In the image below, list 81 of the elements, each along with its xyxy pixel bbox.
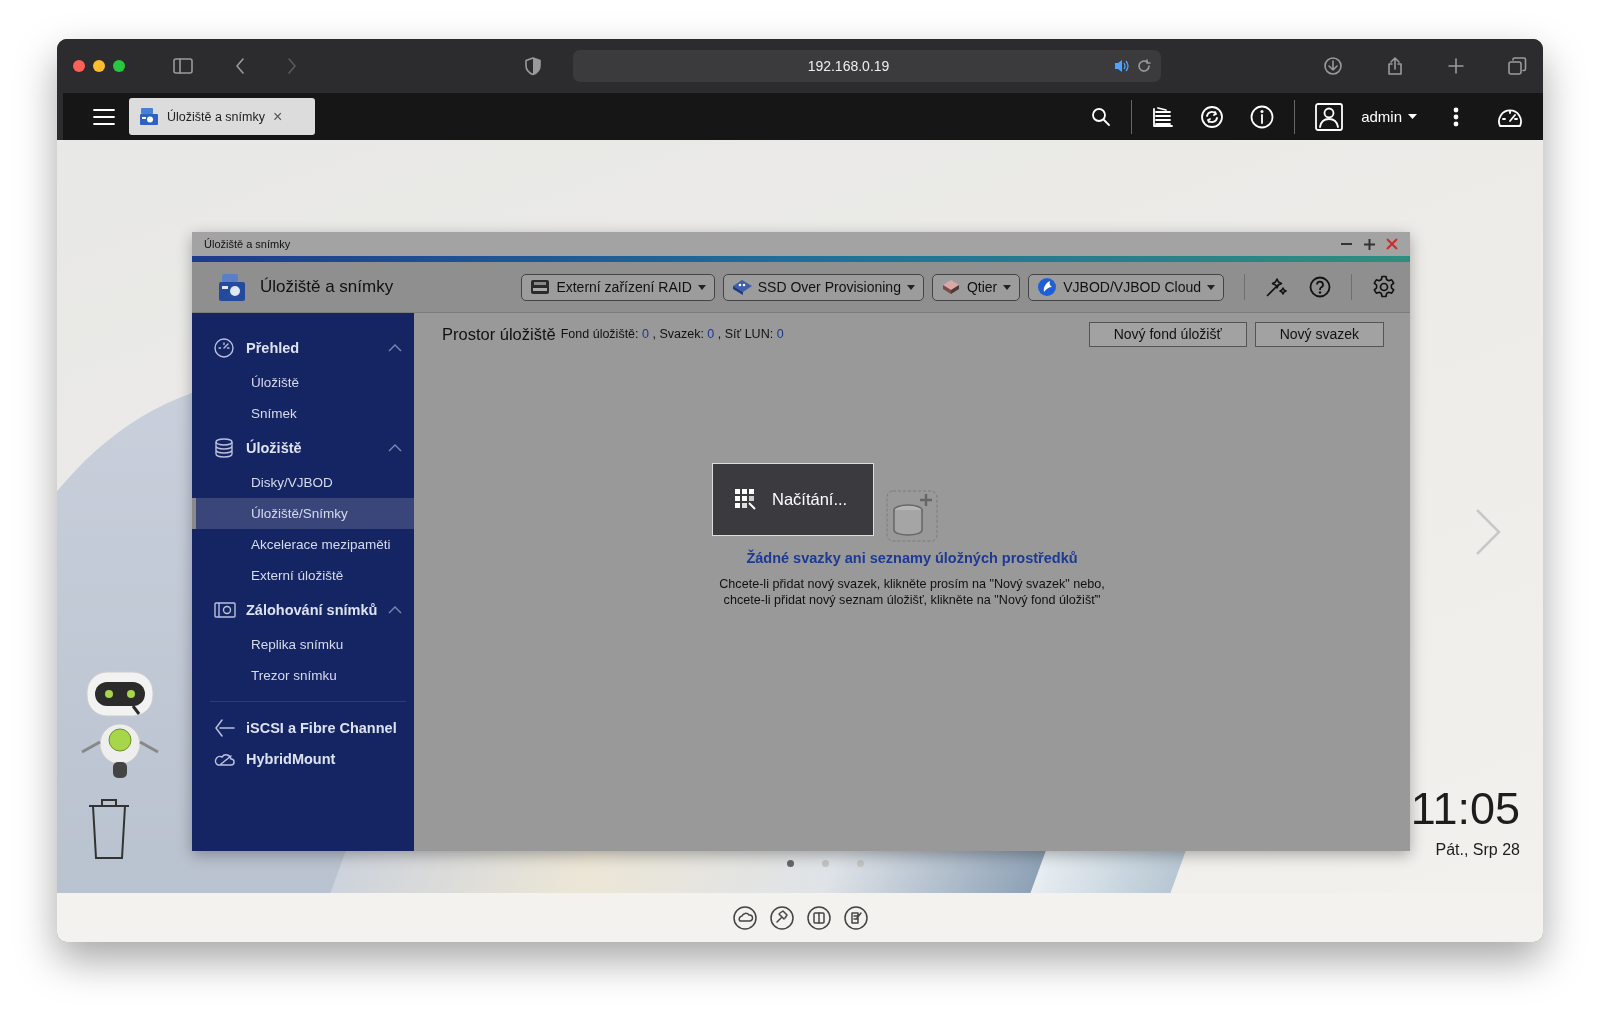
shield-icon [525,56,541,76]
download-icon[interactable] [1324,57,1342,75]
sidebar-item[interactable]: Externí úložiště [192,560,414,591]
dropdown-button[interactable]: Externí zařízení RAID [521,273,715,301]
minimize-window-button[interactable] [93,60,105,72]
sidebar-group-header[interactable]: Zálohování snímků [192,591,414,629]
book-icon[interactable] [806,906,831,930]
dropdown-item-icon [940,277,961,297]
clock-date: Pát., Srp 28 [1435,841,1520,859]
note-icon[interactable] [843,906,868,930]
search-icon[interactable] [1091,106,1112,127]
new-tab-icon[interactable] [1448,58,1464,74]
sidebar-group-icon [214,338,236,358]
sidebar-item[interactable]: Úložiště [192,367,414,398]
app-tab[interactable]: Úložiště a snímky × [129,98,315,135]
sidebar-group-header[interactable]: Přehled [192,329,414,367]
settings-icon[interactable] [1372,275,1396,299]
stack-icon[interactable] [1152,105,1175,128]
sidebar-link[interactable]: HybridMount [192,743,414,774]
app-name: Úložiště a snímky [260,277,395,297]
storage-summary: Fond úložiště: 0 , Svazek: 0 , Síť LUN: 0 [560,327,784,341]
info-icon[interactable] [1250,104,1275,129]
help-icon[interactable] [1309,276,1331,298]
sidebar-group-icon [214,600,236,620]
sidebar-link-icon [214,717,236,738]
empty-state-heading: Žádné svazky ani seznamy úložných prostředků [746,550,1078,566]
sidebar-item[interactable]: Akcelerace mezipaměti [192,529,414,560]
page-indicator-dot[interactable] [787,860,794,867]
user-menu[interactable]: admin [1361,108,1417,125]
page-indicator-dot[interactable] [822,860,829,867]
caret-icon [906,284,915,290]
sidebar-icon[interactable] [173,57,193,75]
caret-icon [1003,284,1012,290]
robot-drawing[interactable] [79,670,161,780]
loading-popup: Načítání... [712,463,874,536]
sidebar-item[interactable]: Úložiště/Snímky [192,498,414,529]
sidebar-link[interactable]: iSCSI a Fibre Channel [192,712,414,743]
sidebar-item[interactable]: Disky/VJBOD [192,467,414,498]
cloud-icon[interactable] [732,906,757,930]
dropdown-button[interactable]: VJBOD/VJBOD Cloud [1028,273,1224,301]
zoom-window-button[interactable] [113,60,125,72]
maximize-icon[interactable] [1363,237,1376,251]
storage-app-icon [218,272,246,302]
dropdown-item-icon [1037,277,1058,297]
user-icon[interactable] [1315,102,1344,131]
sidebar-item[interactable]: Replika snímku [192,629,414,660]
clock-time: 11:05 [1410,786,1520,831]
back-icon[interactable] [235,57,245,75]
share-icon[interactable] [1386,57,1404,75]
page-indicator-dot[interactable] [857,860,864,867]
sidebar-item[interactable]: Trezor snímku [192,660,414,691]
section-title: Prostor úložiště [442,324,556,344]
storage-app-icon [139,107,159,126]
close-window-button[interactable] [73,60,85,72]
speaker-icon[interactable] [1114,58,1129,74]
reload-icon[interactable] [1137,59,1151,73]
trash-icon[interactable] [87,798,131,860]
close-tab-button[interactable]: × [272,107,305,126]
sidebar-group-header[interactable]: Úložiště [192,429,414,467]
magic-wand-icon[interactable] [1265,276,1287,298]
address-bar[interactable]: 192.168.0.19 [573,50,1161,82]
action-button[interactable]: Nový svazek [1254,321,1384,347]
empty-state-description: Chcete-li přidat nový svazek, klikněte prosím na "Nový svazek" nebo, chcete-li přidat nový seznam úložišť, klikněte na "Nový fond úložišť" [718,576,1106,608]
action-button[interactable]: Nový fond úložišť [1088,321,1247,347]
sidebar-item[interactable]: Snímek [192,398,414,429]
dropdown-button[interactable]: SSD Over Provisioning [722,273,924,301]
sync-icon[interactable] [1200,104,1225,129]
dropdown-item-icon [731,277,752,297]
dropdown-item-icon [530,277,551,297]
loading-grid-icon [735,489,756,510]
add-storage-icon[interactable] [886,490,938,542]
caret-icon [1207,284,1215,290]
menu-icon[interactable] [93,107,115,126]
sidebar-group-icon [214,438,236,458]
hammer-icon[interactable] [769,906,794,930]
dropdown-button[interactable]: Qtier [931,273,1021,301]
more-icon[interactable] [1453,106,1459,127]
caret-icon [1408,114,1417,119]
caret-icon [697,284,706,290]
tabs-overview-icon[interactable] [1508,57,1527,75]
window-title: Úložiště a snímky [204,238,292,250]
